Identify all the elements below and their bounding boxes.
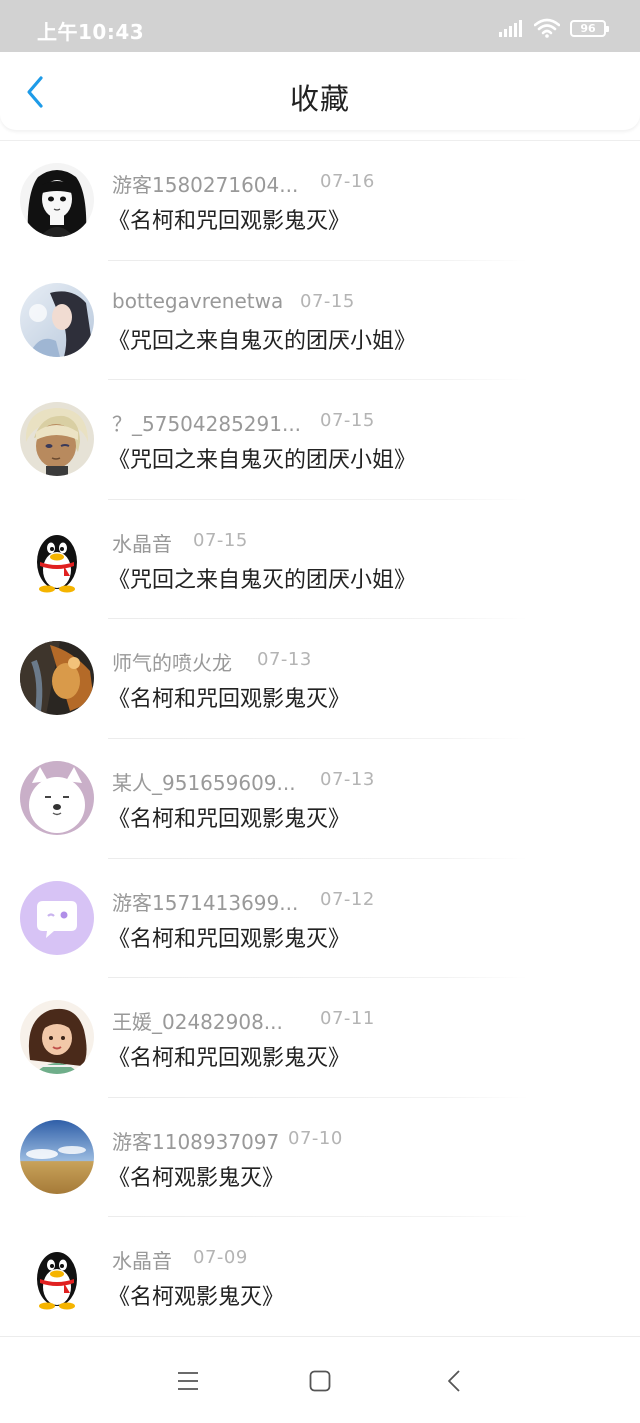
story-title: 《名柯和咒回观影鬼灭》	[108, 209, 351, 234]
date: 07-10	[288, 1127, 343, 1149]
story-title: 《名柯观影鬼灭》	[108, 1285, 285, 1311]
list-item[interactable]: 游客1571413699... 07-12 《名柯和咒回观影鬼灭》	[0, 859, 640, 979]
list-item[interactable]: 水晶音 07-15 《咒回之来自鬼灭的团厌小姐》	[0, 500, 640, 620]
date: 07-15	[193, 529, 248, 551]
avatar-dark-photo[interactable]	[20, 641, 94, 716]
avatar-anime-blond[interactable]	[20, 402, 94, 477]
username: 游客1580271604...	[112, 173, 299, 197]
date: 07-11	[320, 1008, 375, 1030]
avatar-sky-field[interactable]	[20, 1119, 94, 1194]
battery-level: 96	[580, 21, 596, 35]
home-button[interactable]	[300, 1365, 340, 1397]
status-icons: 96	[498, 18, 609, 38]
story-title: 《名柯和咒回观影鬼灭》	[108, 1046, 351, 1072]
title-bar: 收藏	[0, 52, 640, 130]
status-bar: 上午10:43 96	[0, 0, 640, 52]
story-title: 《名柯和咒回观影鬼灭》	[108, 687, 351, 713]
avatar-qq-penguin[interactable]	[20, 1239, 94, 1314]
story-title: 《咒回之来自鬼灭的团厌小姐》	[108, 567, 417, 593]
battery-icon: 96	[570, 19, 609, 37]
list-item[interactable]: 师气的喷火龙 07-13 《名柯和咒回观影鬼灭》	[0, 619, 640, 739]
system-back-button[interactable]	[434, 1365, 474, 1397]
avatar-cartoon-girl[interactable]	[20, 1000, 94, 1075]
list-item[interactable]: 游客1108937097 07-10 《名柯观影鬼灭》	[0, 1098, 640, 1218]
date: 07-15	[300, 290, 355, 312]
username: 游客1571413699...	[112, 890, 299, 915]
list-item[interactable]: 游客1580271604... 07-16 《名柯和咒回观影鬼灭》	[0, 141, 640, 261]
story-title: 《咒回之来自鬼灭的团厌小姐》	[108, 328, 417, 354]
username: 游客1108937097	[112, 1129, 280, 1154]
list-item[interactable]: 王媛_02482908... 07-11 《名柯和咒回观影鬼灭》	[0, 978, 640, 1098]
menu-button[interactable]	[168, 1365, 208, 1397]
back-triangle-icon	[448, 1370, 460, 1392]
date: 07-13	[257, 649, 312, 671]
avatar-girl-photo[interactable]	[20, 282, 94, 357]
signal-icon	[499, 20, 522, 37]
story-title: 《名柯和咒回观影鬼灭》	[108, 806, 351, 832]
list-item[interactable]: bottegavrenetwa 07-15 《咒回之来自鬼灭的团厌小姐》	[0, 261, 640, 381]
date: 07-16	[320, 171, 375, 192]
favorites-list: 游客1580271604... 07-16 《名柯和咒回观影鬼灭》 botteg…	[0, 141, 640, 1337]
username: 水晶音	[112, 1249, 172, 1274]
menu-icon	[178, 1372, 198, 1390]
avatar-white-dog[interactable]	[20, 760, 94, 835]
username: ？_57504285291...	[112, 412, 302, 437]
username: 某人_951659609...	[112, 770, 296, 795]
date: 07-09	[193, 1247, 248, 1269]
date: 07-13	[320, 768, 375, 790]
story-title: 《名柯和咒回观影鬼灭》	[108, 926, 351, 952]
list-item[interactable]: 水晶音 07-09 《名柯观影鬼灭》	[0, 1217, 640, 1337]
story-title: 《名柯观影鬼灭》	[108, 1165, 285, 1191]
date: 07-12	[320, 888, 375, 910]
system-nav-bar	[0, 1336, 640, 1423]
list-item[interactable]: 某人_951659609... 07-13 《名柯和咒回观影鬼灭》	[0, 739, 640, 859]
story-title: 《咒回之来自鬼灭的团厌小姐》	[108, 448, 417, 474]
page-title: 收藏	[289, 82, 350, 116]
avatar-purple-chat[interactable]	[20, 880, 94, 955]
username: 王媛_02482908...	[112, 1010, 283, 1035]
username: 水晶音	[112, 531, 172, 556]
avatar-qq-penguin[interactable]	[20, 521, 94, 596]
avatar-anime-girl-bw[interactable]	[20, 163, 94, 237]
home-square-icon	[309, 1370, 331, 1392]
username: bottegavrenetwa	[112, 288, 284, 313]
date: 07-15	[320, 410, 375, 432]
status-time: 上午10:43	[37, 20, 145, 44]
list-item[interactable]: ？_57504285291... 07-15 《咒回之来自鬼灭的团厌小姐》	[0, 380, 640, 500]
username: 师气的喷火龙	[112, 651, 232, 676]
wifi-icon	[534, 18, 560, 38]
